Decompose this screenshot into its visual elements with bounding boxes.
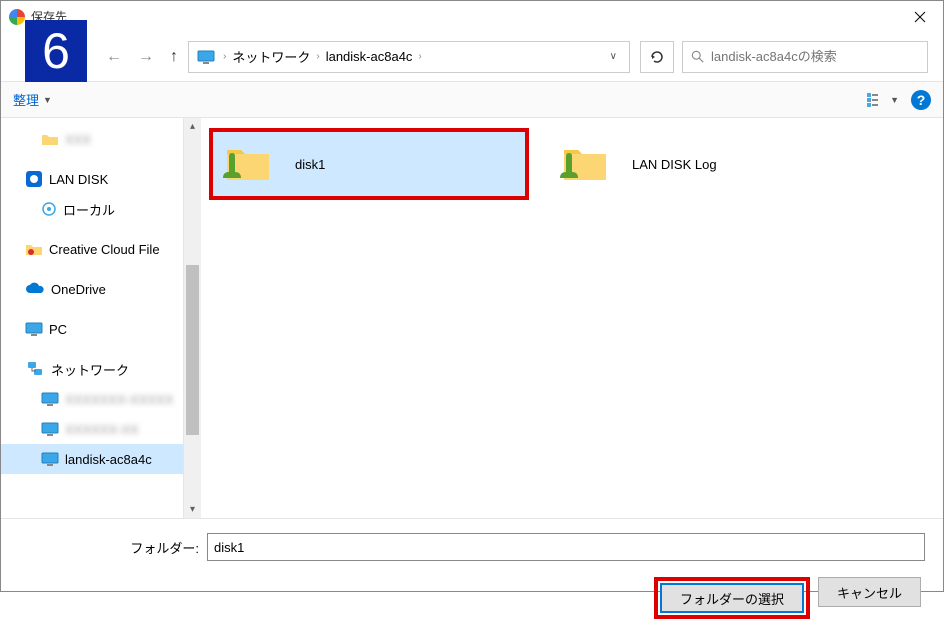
tree-label: landisk-ac8a4c [65, 452, 152, 467]
tree-label: ローカル [63, 200, 115, 219]
folder-name-input[interactable] [207, 533, 925, 561]
tree-item-creative-cloud[interactable]: Creative Cloud File [1, 234, 183, 264]
refresh-button[interactable] [640, 41, 674, 73]
tree-item-landisk-ac8a4c[interactable]: landisk-ac8a4c [1, 444, 183, 474]
view-icon [866, 92, 888, 108]
chevron-right-icon: › [223, 51, 226, 62]
chevron-down-icon: ▼ [890, 95, 899, 105]
folder-landisklog[interactable]: LAN DISK Log [549, 128, 829, 200]
cancel-button[interactable]: キャンセル [818, 577, 921, 607]
up-button[interactable]: ↑ [170, 48, 178, 66]
scroll-up-arrow[interactable]: ▴ [184, 118, 201, 135]
tree-label: XXX [65, 132, 91, 147]
tree-label: LAN DISK [49, 172, 108, 187]
close-icon [914, 11, 926, 23]
sidebar-scrollbar[interactable]: ▴ ▾ [184, 118, 201, 518]
tree-item-network[interactable]: ネットワーク [1, 354, 183, 384]
organize-label: 整理 [13, 90, 39, 109]
folder-icon [25, 242, 43, 256]
forward-button: → [138, 48, 154, 66]
chrome-icon [9, 9, 25, 25]
organize-button[interactable]: 整理 ▼ [13, 90, 52, 109]
chevron-right-icon: › [316, 51, 319, 62]
refresh-icon [649, 49, 665, 65]
breadcrumb-landisk[interactable]: landisk-ac8a4c [324, 49, 415, 64]
dialog-bottom: フォルダー: フォルダーの選択 キャンセル [1, 518, 943, 629]
monitor-icon [41, 452, 59, 466]
monitor-icon [41, 422, 59, 436]
search-input[interactable] [711, 49, 919, 64]
tree-item-network-pc2[interactable]: XXXXXX-XX [1, 414, 183, 444]
close-button[interactable] [897, 1, 943, 32]
view-options-button[interactable]: ▼ [866, 92, 899, 108]
network-icon [25, 361, 45, 377]
tree-label: XXXXXXX-XXXXX [65, 392, 173, 407]
cloud-icon [25, 282, 45, 296]
shared-folder-icon [556, 140, 612, 188]
navigation-bar: ← → ↑ › ネットワーク › landisk-ac8a4c › ∨ [1, 32, 943, 82]
scroll-track[interactable] [184, 135, 201, 501]
select-folder-button[interactable]: フォルダーの選択 [660, 583, 804, 613]
tree-item-local[interactable]: ローカル [1, 194, 183, 224]
breadcrumb-network[interactable]: ネットワーク [230, 47, 312, 66]
step-number-badge: 6 [25, 20, 87, 82]
landisk-icon [25, 170, 43, 188]
tree-item-blurred[interactable]: XXX [1, 124, 183, 154]
breadcrumb-dropdown[interactable]: ∨ [610, 51, 617, 62]
tree-label: ネットワーク [51, 360, 129, 379]
monitor-icon [197, 50, 215, 64]
titlebar: 保存先 [1, 1, 943, 32]
tree-label: PC [49, 322, 67, 337]
folder-disk1[interactable]: disk1 [209, 128, 529, 200]
chevron-down-icon: ▼ [43, 95, 52, 105]
folder-icon [41, 132, 59, 146]
tree-item-network-pc1[interactable]: XXXXXXX-XXXXX [1, 384, 183, 414]
scroll-down-arrow[interactable]: ▾ [184, 501, 201, 518]
help-button[interactable]: ? [911, 90, 931, 110]
window-title: 保存先 [31, 8, 897, 25]
breadcrumb-bar[interactable]: › ネットワーク › landisk-ac8a4c › ∨ [188, 41, 630, 73]
tree-label: Creative Cloud File [49, 242, 160, 257]
tree-item-pc[interactable]: PC [1, 314, 183, 344]
tree-item-onedrive[interactable]: OneDrive [1, 274, 183, 304]
monitor-icon [41, 392, 59, 406]
monitor-icon [25, 322, 43, 336]
target-icon [41, 201, 57, 217]
tree-label: OneDrive [51, 282, 106, 297]
folder-input-label: フォルダー: [19, 538, 199, 557]
tree-item-landisk[interactable]: LAN DISK [1, 164, 183, 194]
toolbar: 整理 ▼ ▼ ? [1, 82, 943, 118]
folder-list: disk1 LAN DISK Log [201, 118, 943, 518]
tree-label: XXXXXX-XX [65, 422, 139, 437]
back-button: ← [106, 48, 122, 66]
search-icon [691, 50, 705, 64]
shared-folder-icon [219, 140, 275, 188]
scroll-thumb[interactable] [186, 265, 199, 435]
chevron-right-icon: › [418, 51, 421, 62]
sidebar-tree: XXX LAN DISK ローカル Creative Cloud File On… [1, 118, 184, 518]
folder-label: LAN DISK Log [632, 157, 717, 172]
search-box[interactable] [682, 41, 928, 73]
folder-label: disk1 [295, 157, 325, 172]
